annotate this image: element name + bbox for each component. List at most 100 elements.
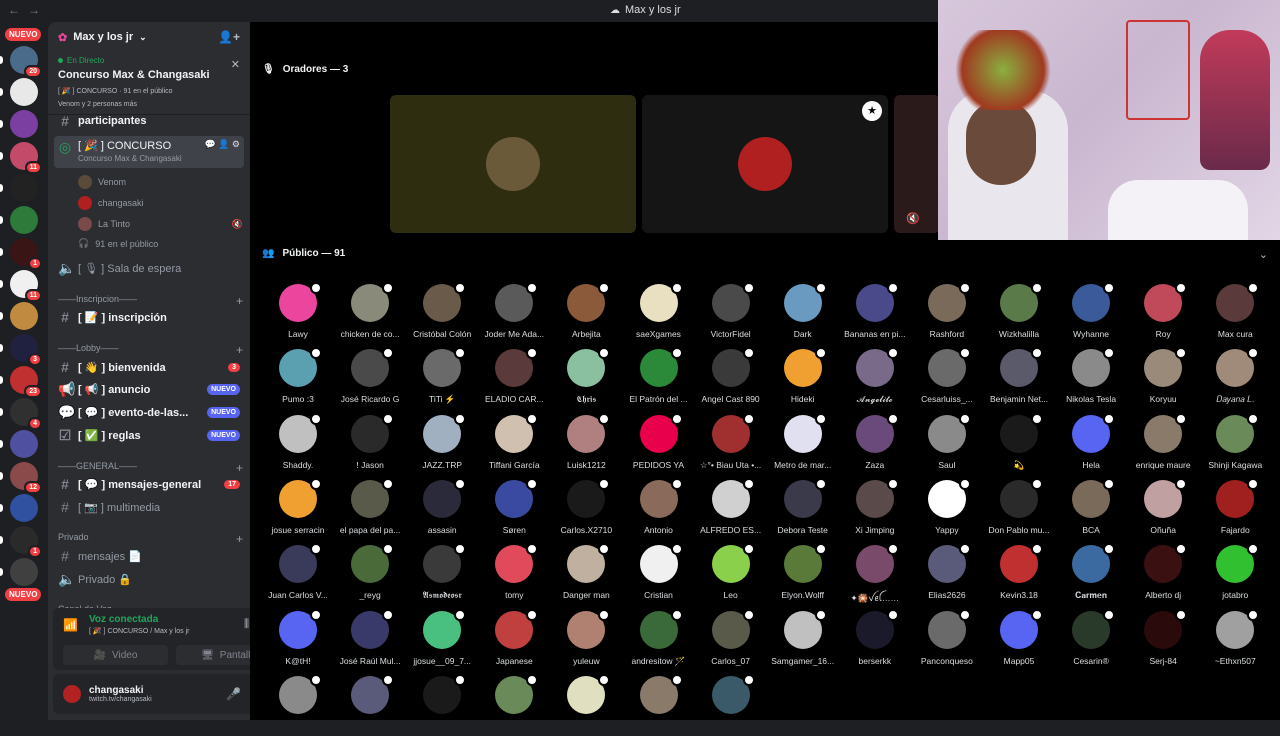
- voice-user-changasaki[interactable]: changasaki: [78, 196, 144, 210]
- audience-member[interactable]: JAZZ.TRP: [406, 412, 478, 475]
- audience-member[interactable]: Søren: [478, 477, 550, 540]
- audience-member[interactable]: ~Ethxn507: [1199, 608, 1271, 671]
- audience-member[interactable]: PEDIDOS YA: [623, 412, 695, 475]
- audience-member[interactable]: [406, 673, 478, 736]
- audience-member[interactable]: Carlos.X2710: [550, 477, 622, 540]
- audience-member[interactable]: Leo: [695, 543, 767, 605]
- screen-share-button[interactable]: 🖥Pantalla: [176, 645, 250, 665]
- server-header[interactable]: ✿ Max y los jr ⌄ 👤+: [48, 22, 250, 52]
- audience-member[interactable]: andresitow 🪄: [623, 608, 695, 671]
- noise-suppression-icon[interactable]: ⫼: [244, 618, 249, 631]
- microphone-icon[interactable]: 🎤: [226, 687, 241, 701]
- audience-member[interactable]: Dark: [767, 282, 839, 344]
- audience-member[interactable]: Max cura: [1199, 282, 1271, 344]
- server-icon[interactable]: 11: [10, 270, 42, 302]
- audience-member[interactable]: Yappy: [911, 477, 983, 540]
- audience-member[interactable]: ✦🎇ꪜꫀꪶ……: [839, 543, 911, 605]
- audience-member[interactable]: Debora Teste: [767, 477, 839, 540]
- server-icon[interactable]: 3: [10, 334, 42, 366]
- audience-member[interactable]: Arbejita: [550, 282, 622, 344]
- audience-member[interactable]: el papa del pa...: [334, 477, 406, 540]
- voice-user-latinto[interactable]: La Tinto 🔇: [78, 217, 243, 231]
- server-icon[interactable]: 11: [10, 142, 42, 174]
- audience-count[interactable]: 🎧 91 en el público: [78, 238, 158, 249]
- audience-member[interactable]: El Patrón del ...: [623, 347, 695, 409]
- server-icon[interactable]: 1: [10, 238, 42, 270]
- audience-member[interactable]: Roy: [1127, 282, 1199, 344]
- server-icon[interactable]: [10, 494, 38, 522]
- nuevo-badge-bottom[interactable]: NUEVO: [5, 588, 42, 601]
- channel-multimedia[interactable]: #[ 📷 ] multimedia: [54, 497, 244, 517]
- audience-member[interactable]: 𝐂𝐚𝐫𝐦𝐞𝐧: [1055, 543, 1127, 605]
- audience-member[interactable]: Cristian: [623, 543, 695, 605]
- audience-member[interactable]: ELADIO CAR...: [478, 347, 550, 409]
- channel-actions-icons[interactable]: 💬 👤 ⚙: [205, 139, 240, 150]
- audience-member[interactable]: Mapp05: [983, 608, 1055, 671]
- audience-member[interactable]: Don Pablo mu...: [983, 477, 1055, 540]
- live-event-card[interactable]: En Directo Concurso Max & Changasaki [ 🎉…: [48, 52, 250, 115]
- audience-member[interactable]: Saul: [911, 412, 983, 475]
- nuevo-badge-top[interactable]: NUEVO: [5, 28, 42, 41]
- channel-evento[interactable]: 💬[ 💬 ] evento-de-las... NUEVO: [54, 402, 244, 422]
- server-icon[interactable]: 23: [10, 366, 42, 398]
- add-channel-icon[interactable]: +: [236, 294, 243, 308]
- audience-member[interactable]: josue serracin: [262, 477, 334, 540]
- channel-concurso[interactable]: ◎ [ 🎉 ] CONCURSO Concurso Max & Changasa…: [54, 136, 244, 168]
- audience-member[interactable]: Panconqueso: [911, 608, 983, 671]
- speaker-tile-venom[interactable]: [390, 95, 636, 233]
- audience-member[interactable]: Zaza: [839, 412, 911, 475]
- audience-member[interactable]: Nikolas Tesla: [1055, 347, 1127, 409]
- history-nav[interactable]: ←→: [8, 3, 48, 17]
- audience-member[interactable]: Fajardo: [1199, 477, 1271, 540]
- audience-member[interactable]: Angel Cast 890: [695, 347, 767, 409]
- speaker-tile-changasaki[interactable]: ★: [642, 95, 888, 233]
- avatar[interactable]: [61, 683, 83, 705]
- audience-member[interactable]: José Ricardo G: [334, 347, 406, 409]
- audience-member[interactable]: Samgamer_16...: [767, 608, 839, 671]
- audience-member[interactable]: [550, 673, 622, 736]
- audience-member[interactable]: Metro de mar...: [767, 412, 839, 475]
- audience-member[interactable]: enrique maure: [1127, 412, 1199, 475]
- audience-member[interactable]: Xi Jimping: [839, 477, 911, 540]
- audience-member[interactable]: 𝐷𝑎𝑦𝑎𝑛𝑎 𝐿.: [1199, 347, 1271, 409]
- audience-member[interactable]: Tiffani García: [478, 412, 550, 475]
- audience-member[interactable]: Joder Me Ada...: [478, 282, 550, 344]
- audience-member[interactable]: berserkk: [839, 608, 911, 671]
- audience-member[interactable]: Serj-84: [1127, 608, 1199, 671]
- category-privado[interactable]: Privado +: [58, 532, 243, 546]
- channel-mensajes-general[interactable]: #[ 💬 ] mensajes-general 17: [54, 474, 244, 494]
- server-icon[interactable]: 4: [10, 398, 42, 430]
- audience-member[interactable]: Elyon.Wolff: [767, 543, 839, 605]
- add-channel-icon[interactable]: +: [236, 461, 243, 475]
- audience-member[interactable]: [623, 673, 695, 736]
- audience-member[interactable]: [334, 673, 406, 736]
- channel-mensajes[interactable]: # mensajes 📄: [54, 546, 244, 566]
- audience-member[interactable]: Elias2626: [911, 543, 983, 605]
- channel-reglas[interactable]: ☑[ ✅ ] reglas NUEVO: [54, 425, 244, 445]
- server-icon[interactable]: 20: [10, 46, 42, 78]
- channel-bienvenida[interactable]: #[ 👋 ] bienvenida 3: [54, 357, 244, 377]
- channel-sala-espera[interactable]: 🔈[ 🎙 ] Sala de espera: [54, 258, 244, 278]
- speaker-tile-latinto[interactable]: 🔇: [894, 95, 940, 233]
- audience-member[interactable]: Pumo :3: [262, 347, 334, 409]
- channel-partial[interactable]: # participantes: [54, 114, 244, 128]
- audience-member[interactable]: 𝕬𝖘𝖒𝖔𝖉𝖊𝖔𝖘𝖗: [406, 543, 478, 605]
- audience-member[interactable]: [478, 673, 550, 736]
- audience-member[interactable]: Wyhanne: [1055, 282, 1127, 344]
- audience-member[interactable]: Wizkhalilla: [983, 282, 1055, 344]
- voice-user-venom[interactable]: Venom: [78, 175, 126, 189]
- invite-people-icon[interactable]: 👤+: [218, 30, 240, 44]
- audience-member[interactable]: K@tH!: [262, 608, 334, 671]
- audience-member[interactable]: [695, 673, 767, 736]
- voice-status[interactable]: Voz conectada: [89, 614, 250, 625]
- audience-member[interactable]: Lawy: [262, 282, 334, 344]
- audience-member[interactable]: Bananas en pi...: [839, 282, 911, 344]
- server-icon[interactable]: [10, 78, 38, 106]
- audience-member[interactable]: assasin: [406, 477, 478, 540]
- server-icon[interactable]: [10, 302, 38, 330]
- audience-member[interactable]: Danger man: [550, 543, 622, 605]
- audience-member[interactable]: VictorFidel: [695, 282, 767, 344]
- category-inscripcion[interactable]: ——Inscripcion—— +: [58, 294, 243, 308]
- audience-member[interactable]: chicken de co...: [334, 282, 406, 344]
- server-icon[interactable]: [10, 174, 38, 202]
